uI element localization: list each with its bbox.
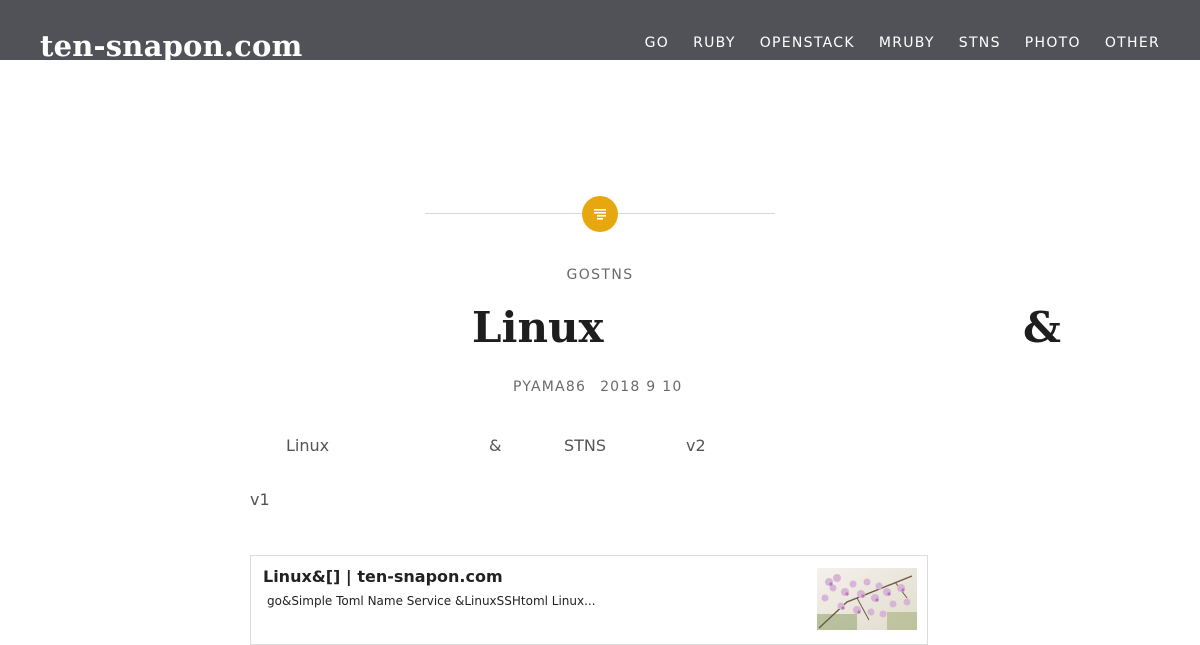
nav-item-stns[interactable]: STNS <box>959 33 1001 53</box>
body-text-v1: v1 <box>250 490 270 509</box>
site-header: ten-snapon.com GO RUBY OPENSTACK MRUBY S… <box>0 0 1200 60</box>
body-text-stns: STNS <box>564 436 607 455</box>
post-meta: PYAMA86 2018 9 10 <box>513 379 688 395</box>
embed-card-thumbnail <box>817 568 917 630</box>
embed-card-title[interactable]: Linux&[] | ten-snapon.com <box>263 567 503 586</box>
nav-item-other[interactable]: OTHER <box>1105 33 1160 53</box>
post-categories: GOSTNS <box>0 267 1200 283</box>
standard-post-icon <box>594 209 606 220</box>
post-date-link[interactable]: 2018 9 10 <box>600 379 688 395</box>
post-format-badge <box>582 196 618 232</box>
embed-card-excerpt: go&Simple Toml Name Service &LinuxSSHtom… <box>267 594 596 608</box>
body-text-ampersand: & <box>489 436 502 455</box>
post-title-part-2: & <box>1023 303 1061 352</box>
embed-card[interactable]: Linux&[] | ten-snapon.com go&Simple Toml… <box>250 555 928 645</box>
nav-item-mruby[interactable]: MRUBY <box>879 33 935 53</box>
nav-item-ruby[interactable]: RUBY <box>693 33 736 53</box>
site-title-link[interactable]: ten-snapon.com <box>40 27 302 60</box>
author-link[interactable]: PYAMA86 <box>513 379 586 395</box>
post-title-part-1: Linux <box>472 303 604 352</box>
category-link-go[interactable]: GO <box>566 267 591 283</box>
primary-nav: GO RUBY OPENSTACK MRUBY STNS PHOTO OTHER <box>645 33 1160 53</box>
body-text-linux: Linux <box>286 436 330 455</box>
nav-item-openstack[interactable]: OPENSTACK <box>760 33 855 53</box>
category-link-stns[interactable]: STNS <box>591 267 633 283</box>
nav-item-go[interactable]: GO <box>645 33 669 53</box>
nav-item-photo[interactable]: PHOTO <box>1025 33 1081 53</box>
body-text-v2: v2 <box>686 436 706 455</box>
